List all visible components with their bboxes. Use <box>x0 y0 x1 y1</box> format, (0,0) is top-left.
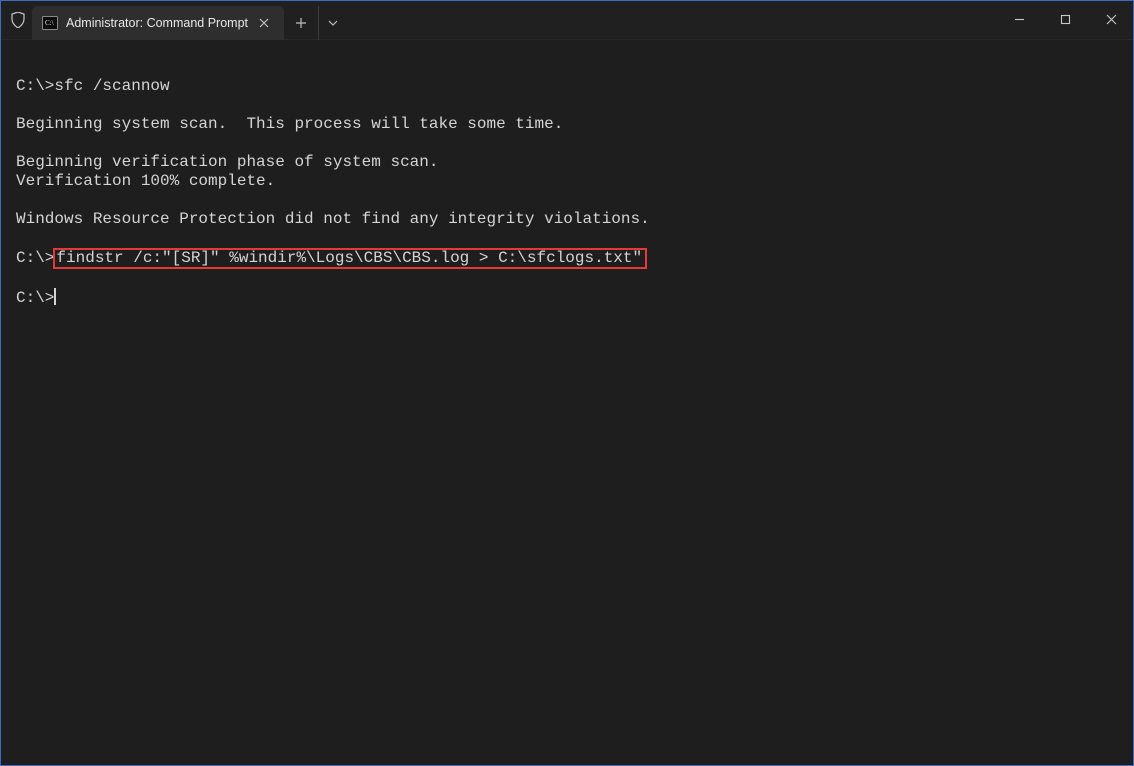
minimize-button[interactable] <box>996 0 1042 39</box>
terminal-highlight-line: C:\>findstr /c:"[SR]" %windir%\Logs\CBS\… <box>16 248 1118 269</box>
titlebar-drag-region[interactable] <box>346 0 996 39</box>
terminal-line <box>16 58 1118 77</box>
text-cursor <box>54 288 56 305</box>
terminal-line: Windows Resource Protection did not find… <box>16 210 1118 229</box>
svg-text:C:\: C:\ <box>45 19 54 27</box>
close-window-button[interactable] <box>1088 0 1134 39</box>
terminal-line <box>16 96 1118 115</box>
tab-label: Administrator: Command Prompt <box>66 16 248 30</box>
terminal-content[interactable]: C:\>sfc /scannow Beginning system scan. … <box>0 40 1134 766</box>
terminal-line: C:\>sfc /scannow <box>16 77 1118 96</box>
new-tab-button[interactable] <box>284 6 318 40</box>
terminal-line: Beginning system scan. This process will… <box>16 115 1118 134</box>
titlebar-left: C:\ Administrator: Command Prompt <box>0 0 346 39</box>
terminal-line: Verification 100% complete. <box>16 172 1118 191</box>
window-controls <box>996 0 1134 39</box>
shield-icon <box>10 12 26 28</box>
terminal-line <box>16 191 1118 210</box>
terminal-line <box>16 229 1118 248</box>
tab-command-prompt[interactable]: C:\ Administrator: Command Prompt <box>32 6 284 40</box>
terminal-line <box>16 269 1118 288</box>
titlebar: C:\ Administrator: Command Prompt <box>0 0 1134 40</box>
tab-dropdown-button[interactable] <box>318 6 346 40</box>
prompt-prefix: C:\> <box>16 249 54 267</box>
terminal-line: Beginning verification phase of system s… <box>16 153 1118 172</box>
terminal-prompt-line: C:\> <box>16 288 1118 308</box>
cmd-icon: C:\ <box>42 15 58 31</box>
terminal-line <box>16 134 1118 153</box>
highlighted-command: findstr /c:"[SR]" %windir%\Logs\CBS\CBS.… <box>53 248 647 269</box>
current-prompt: C:\> <box>16 289 54 307</box>
maximize-button[interactable] <box>1042 0 1088 39</box>
tab-close-button[interactable] <box>254 13 274 33</box>
